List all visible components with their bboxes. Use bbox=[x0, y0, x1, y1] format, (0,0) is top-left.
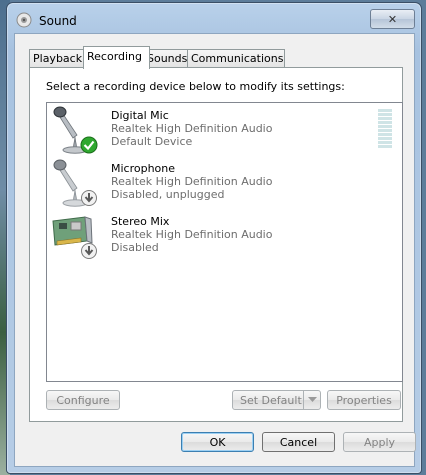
instruction-text: Select a recording device below to modif… bbox=[46, 80, 345, 93]
device-name: Digital Mic bbox=[111, 109, 169, 122]
sound-card-icon bbox=[52, 216, 97, 259]
speaker-icon bbox=[16, 12, 32, 28]
green-check-badge bbox=[80, 136, 98, 154]
set-default-button[interactable]: Set Default bbox=[232, 390, 321, 410]
list-item[interactable]: Digital Mic Realtek High Definition Audi… bbox=[51, 105, 381, 155]
properties-button[interactable]: Properties bbox=[327, 390, 401, 410]
tab-label: Communications bbox=[191, 52, 284, 65]
device-status: Disabled, unplugged bbox=[111, 188, 225, 201]
device-driver: Realtek High Definition Audio bbox=[111, 228, 273, 241]
dialog-client-area: Playback Recording Sounds Communications… bbox=[14, 33, 416, 467]
disabled-arrow-badge bbox=[81, 243, 97, 259]
title-bar[interactable]: Sound ✕ bbox=[7, 3, 421, 37]
tab-communications[interactable]: Communications bbox=[187, 49, 285, 68]
device-driver: Realtek High Definition Audio bbox=[111, 175, 273, 188]
list-item[interactable]: Stereo Mix Realtek High Definition Audio… bbox=[51, 211, 381, 261]
close-button[interactable]: ✕ bbox=[370, 9, 415, 29]
level-meter bbox=[378, 109, 392, 153]
tab-label: Recording bbox=[87, 50, 143, 63]
configure-button[interactable]: Configure bbox=[46, 390, 120, 410]
list-item[interactable]: Microphone Realtek High Definition Audio… bbox=[51, 158, 381, 208]
tab-recording[interactable]: Recording bbox=[83, 46, 150, 69]
tab-playback[interactable]: Playback bbox=[29, 49, 85, 68]
recording-tab-panel: Select a recording device below to modif… bbox=[29, 67, 403, 422]
cancel-button[interactable]: Cancel bbox=[262, 432, 335, 452]
device-list[interactable]: Digital Mic Realtek High Definition Audi… bbox=[46, 102, 403, 382]
device-driver: Realtek High Definition Audio bbox=[111, 122, 273, 135]
apply-button[interactable]: Apply bbox=[343, 432, 416, 452]
device-status: Disabled bbox=[111, 241, 159, 254]
ok-button[interactable]: OK bbox=[181, 432, 254, 452]
disabled-arrow-badge bbox=[81, 190, 97, 206]
close-icon: ✕ bbox=[387, 12, 398, 26]
microphone-icon bbox=[53, 106, 98, 154]
device-status: Default Device bbox=[111, 135, 193, 148]
tab-label: Playback bbox=[33, 52, 83, 65]
dropdown-arrow-icon[interactable] bbox=[303, 391, 320, 409]
set-default-label: Set Default bbox=[240, 394, 302, 407]
device-name: Microphone bbox=[111, 162, 176, 175]
device-name: Stereo Mix bbox=[111, 215, 170, 228]
window-title: Sound bbox=[39, 14, 77, 28]
sound-dialog: Sound ✕ Playback Recording Sounds Commun… bbox=[6, 2, 422, 474]
tab-label: Sounds bbox=[147, 52, 188, 65]
microphone-icon bbox=[53, 159, 97, 207]
